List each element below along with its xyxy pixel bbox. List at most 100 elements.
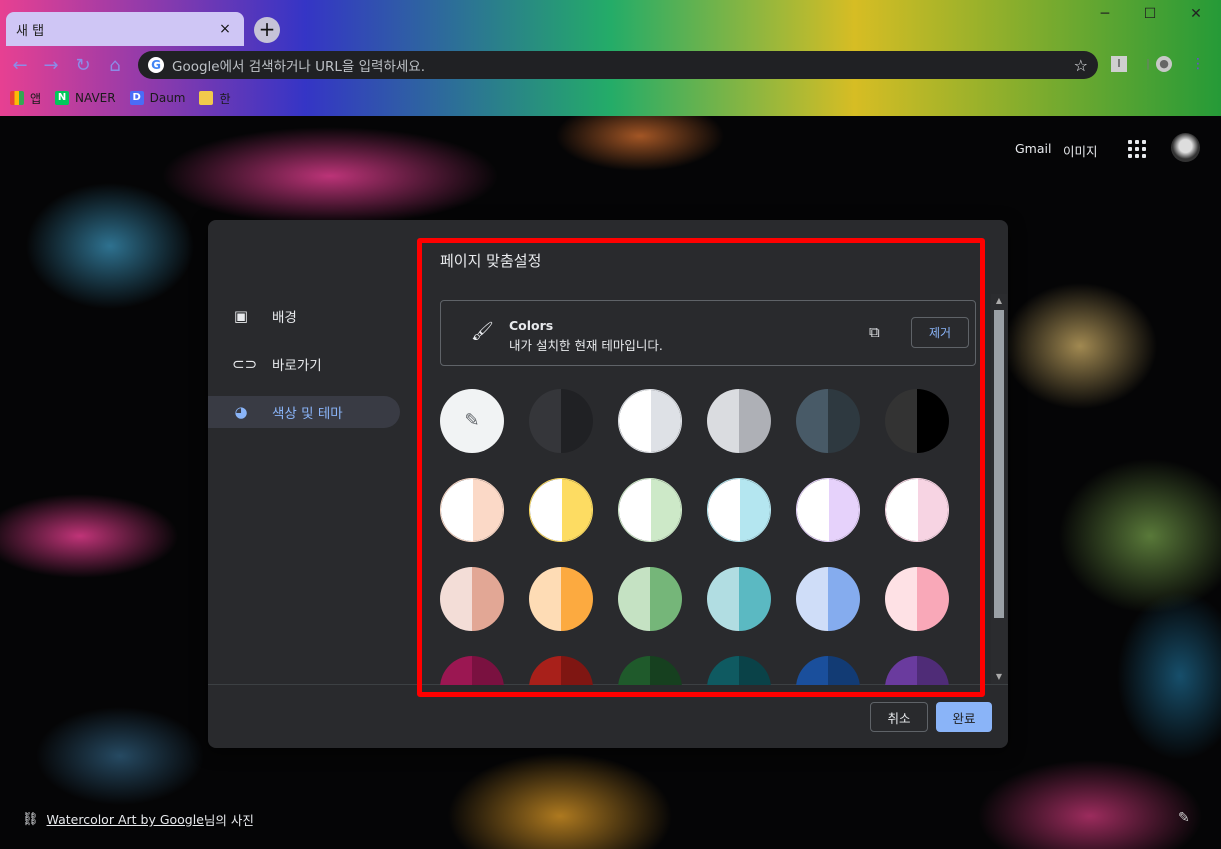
remove-theme-button[interactable]: 제거 — [911, 317, 969, 348]
sidebar-item-shortcuts[interactable]: ⊂⊃ 바로가기 — [208, 348, 400, 380]
swatch-right-half — [651, 479, 681, 541]
color-swatch[interactable] — [529, 656, 593, 685]
naver-icon: N — [55, 91, 70, 105]
address-bar[interactable]: G Google에서 검색하거나 URL을 입력하세요. ☆ — [138, 51, 1098, 79]
bookmark-folder[interactable]: 한 — [199, 90, 231, 107]
scroll-up-icon[interactable]: ▲ — [991, 294, 1007, 308]
swatch-right-half — [561, 567, 593, 631]
swatch-right-half — [828, 656, 860, 685]
credit-suffix: 님의 사진 — [203, 813, 254, 828]
scroll-thumb[interactable] — [994, 310, 1004, 618]
bookmark-naver[interactable]: N NAVER — [55, 91, 116, 105]
color-swatch[interactable] — [707, 389, 771, 453]
eyedropper-icon: ✎ — [464, 410, 480, 431]
link-icon: ⊂⊃ — [232, 355, 258, 373]
swatch-right-half — [828, 389, 860, 453]
color-swatch[interactable] — [885, 389, 949, 453]
color-swatch[interactable] — [440, 478, 504, 542]
images-link[interactable]: 이미지 — [1063, 141, 1098, 160]
reload-icon[interactable]: ↻ — [72, 55, 94, 76]
scroll-down-icon[interactable]: ▼ — [991, 670, 1007, 684]
forward-icon[interactable]: → — [40, 55, 62, 76]
swatch-left-half — [441, 479, 473, 541]
close-icon[interactable]: × — [216, 21, 234, 37]
avatar[interactable] — [1171, 133, 1200, 162]
swatch-right-half — [561, 656, 593, 685]
color-swatch[interactable] — [885, 478, 949, 542]
bookmark-star-icon[interactable]: ☆ — [1074, 56, 1088, 75]
swatch-right-half — [472, 567, 504, 631]
color-swatch[interactable] — [618, 478, 682, 542]
swatch-left-half — [796, 656, 828, 685]
sidebar-item-colors-themes[interactable]: ◕ 색상 및 테마 — [208, 396, 400, 428]
color-swatch[interactable] — [618, 389, 682, 453]
color-swatch[interactable] — [529, 389, 593, 453]
window-close-icon[interactable]: ✕ — [1185, 6, 1207, 22]
theme-name: Colors — [509, 318, 554, 333]
folder-icon — [199, 91, 214, 105]
sidebar-item-background[interactable]: ▣ 배경 — [208, 300, 400, 332]
google-apps-icon[interactable] — [1128, 140, 1146, 158]
profile-icon[interactable]: ● — [1156, 56, 1172, 72]
swatch-right-half — [739, 567, 771, 631]
bookmark-label: 앱 — [30, 91, 42, 106]
dialog-sidebar: ▣ 배경 ⊂⊃ 바로가기 ◕ 색상 및 테마 — [208, 220, 408, 685]
color-swatch[interactable] — [796, 478, 860, 542]
apps-grid-icon — [10, 91, 24, 105]
custom-color-swatch[interactable]: ✎ — [440, 389, 504, 453]
menu-dots-icon[interactable]: ⋮ — [1190, 56, 1206, 72]
google-icon: G — [148, 57, 164, 73]
bookmark-daum[interactable]: D Daum — [129, 91, 186, 105]
bookmark-label: 한 — [219, 91, 231, 106]
tab-new-tab[interactable]: 새 탭 × — [6, 12, 244, 46]
color-swatch[interactable] — [707, 478, 771, 542]
extension-icon[interactable]: I — [1111, 56, 1127, 72]
bookmark-label: NAVER — [75, 91, 116, 105]
swatch-left-half — [440, 567, 472, 631]
color-swatch[interactable] — [529, 478, 593, 542]
color-swatch[interactable] — [796, 567, 860, 631]
color-swatch[interactable] — [440, 656, 504, 685]
swatch-left-half — [619, 479, 651, 541]
swatch-left-half — [618, 656, 650, 685]
swatch-right-half — [917, 656, 949, 685]
color-swatch[interactable] — [529, 567, 593, 631]
swatch-right-half — [918, 479, 948, 541]
color-swatch[interactable] — [885, 567, 949, 631]
bookmarks-bar: 앱 N NAVER D Daum 한 — [0, 86, 235, 110]
color-swatch[interactable] — [707, 656, 771, 685]
gmail-link[interactable]: Gmail — [1015, 141, 1051, 156]
back-icon[interactable]: ← — [9, 55, 31, 76]
swatch-left-half — [885, 656, 917, 685]
tab-title: 새 탭 — [16, 23, 45, 39]
open-in-new-icon[interactable]: ⧉ — [869, 323, 880, 341]
color-swatch[interactable] — [707, 567, 771, 631]
swatch-left-half — [886, 479, 918, 541]
color-swatch[interactable] — [885, 656, 949, 685]
browser-frame: 새 탭 × + ─ ☐ ✕ ← → ↻ ⌂ G Google에서 검색하거나 U… — [0, 0, 1221, 116]
swatch-left-half — [708, 479, 740, 541]
bookmark-apps[interactable]: 앱 — [10, 90, 41, 107]
swatch-right-half — [562, 479, 592, 541]
maximize-icon[interactable]: ☐ — [1139, 6, 1161, 22]
swatch-right-half — [917, 389, 949, 453]
theme-description: 내가 설치한 현재 테마입니다. — [509, 338, 663, 353]
scrollbar[interactable]: ▲ ▼ — [991, 294, 1007, 684]
bookmark-label: Daum — [149, 91, 186, 105]
sidebar-item-label: 색상 및 테마 — [272, 406, 343, 422]
credit-link[interactable]: Watercolor Art by Google — [47, 812, 204, 827]
cancel-button[interactable]: 취소 — [870, 702, 928, 732]
color-swatch[interactable] — [618, 656, 682, 685]
edit-pencil-icon[interactable]: ✎ — [1178, 810, 1190, 826]
color-swatch[interactable] — [796, 656, 860, 685]
address-input[interactable]: Google에서 검색하거나 URL을 입력하세요. — [172, 55, 1074, 75]
done-button[interactable]: 완료 — [936, 702, 992, 732]
home-icon[interactable]: ⌂ — [104, 55, 126, 76]
color-swatch[interactable] — [796, 389, 860, 453]
color-swatch[interactable] — [618, 567, 682, 631]
page-title: 페이지 맞춤설정 — [440, 252, 542, 270]
minimize-icon[interactable]: ─ — [1094, 6, 1116, 22]
daum-icon: D — [129, 91, 144, 105]
color-swatch[interactable] — [440, 567, 504, 631]
new-tab-button[interactable]: + — [254, 17, 280, 43]
